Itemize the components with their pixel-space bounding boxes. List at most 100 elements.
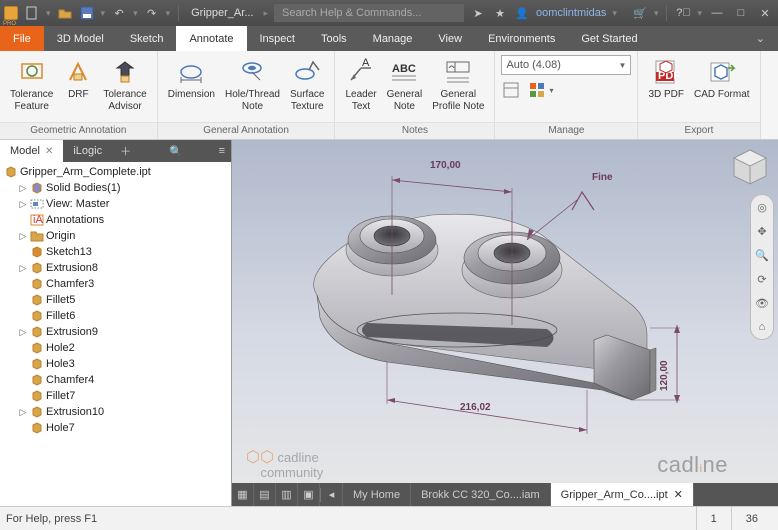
search-input[interactable]: Search Help & Commands...: [274, 4, 464, 22]
undo-icon[interactable]: ↶: [111, 5, 127, 21]
look-icon[interactable]: 👁: [754, 295, 770, 311]
surface-texture-note[interactable]: Fine: [592, 172, 613, 183]
hole-thread-note-icon: [237, 57, 267, 87]
home-icon[interactable]: ⌂: [754, 319, 770, 335]
tree-node[interactable]: Chamfer4: [0, 372, 231, 388]
dropdown-icon[interactable]: ▾: [654, 8, 659, 19]
tab-sketch[interactable]: Sketch: [117, 26, 177, 51]
tree-root[interactable]: Gripper_Arm_Complete.ipt: [0, 164, 231, 180]
dropdown-icon[interactable]: ▾: [133, 8, 138, 19]
prev-tab-icon[interactable]: ◂: [321, 483, 343, 506]
leader-text-button[interactable]: ALeaderText: [341, 55, 380, 114]
tab-get-started[interactable]: Get Started: [568, 26, 650, 51]
viewcube[interactable]: [728, 146, 772, 190]
user-name[interactable]: oomclintmidas: [536, 7, 606, 19]
tree-node[interactable]: Sketch13: [0, 244, 231, 260]
expand-icon[interactable]: ▷: [18, 183, 28, 194]
dimension-label[interactable]: 120,00: [659, 360, 670, 391]
tab-annotate[interactable]: Annotate: [176, 26, 246, 51]
dimension-button[interactable]: Dimension: [164, 55, 219, 103]
cad-format-button[interactable]: CAD Format: [690, 55, 754, 103]
expand-icon[interactable]: ▷: [18, 327, 28, 338]
tree-node[interactable]: Fillet6: [0, 308, 231, 324]
tree-node[interactable]: ▷View: Master: [0, 196, 231, 212]
orbit-icon[interactable]: ⟳: [754, 271, 770, 287]
general-profile-note-button[interactable]: GeneralProfile Note: [428, 55, 488, 114]
tree-node[interactable]: iAAnnotations: [0, 212, 231, 228]
minimize-button[interactable]: —: [708, 4, 726, 22]
steering-wheel-icon[interactable]: ◎: [754, 199, 770, 215]
layout-icon[interactable]: ▦: [232, 483, 254, 506]
manage-btn[interactable]: [501, 81, 521, 99]
layout-icon[interactable]: ▥: [276, 483, 298, 506]
redo-icon[interactable]: ↷: [144, 5, 160, 21]
dropdown-icon[interactable]: ▾: [612, 8, 617, 19]
help-icon[interactable]: ?⃝: [675, 5, 691, 21]
dropdown-icon[interactable]: ▾: [697, 8, 702, 19]
dropdown-icon[interactable]: ▾: [46, 8, 51, 19]
doc-tab-assembly[interactable]: Brokk CC 320_Co....iam: [411, 483, 551, 506]
hole-thread-note-button[interactable]: Hole/ThreadNote: [221, 55, 284, 114]
tab-tools[interactable]: Tools: [308, 26, 360, 51]
tab-ilogic[interactable]: iLogic: [63, 140, 112, 162]
tree-node[interactable]: ▷Solid Bodies(1): [0, 180, 231, 196]
tolerance-feature-button[interactable]: ToleranceFeature: [6, 55, 57, 114]
tree-node[interactable]: ▷Extrusion8: [0, 260, 231, 276]
tree-node[interactable]: Fillet7: [0, 388, 231, 404]
tolerance-advisor-button[interactable]: ToleranceAdvisor: [99, 55, 150, 114]
expand-icon[interactable]: ▷: [18, 199, 28, 210]
layout-icon[interactable]: ▣: [298, 483, 320, 506]
surface-texture-button[interactable]: SurfaceTexture: [286, 55, 328, 114]
dimension-label[interactable]: 216,02: [460, 402, 491, 413]
doc-tab-part[interactable]: Gripper_Arm_Co....ipt ✕: [551, 483, 694, 506]
tab-environments[interactable]: Environments: [475, 26, 568, 51]
close-icon[interactable]: ✕: [674, 488, 683, 501]
viewport-3d[interactable]: — ❐ ✕: [232, 140, 778, 506]
expand-icon[interactable]: ▷: [18, 407, 28, 418]
tree-node[interactable]: ▷Extrusion9: [0, 324, 231, 340]
node-icon: [30, 197, 44, 211]
tree-node[interactable]: Hole7: [0, 420, 231, 436]
tree-node[interactable]: ▷Origin: [0, 228, 231, 244]
star-icon[interactable]: ★: [492, 5, 508, 21]
manage-btn[interactable]: ▾: [527, 81, 555, 99]
pan-icon[interactable]: ✥: [754, 223, 770, 239]
close-button[interactable]: ✕: [756, 4, 774, 22]
search-icon[interactable]: 🔍: [163, 145, 189, 158]
tab-file[interactable]: File: [0, 26, 44, 51]
drf-button[interactable]: DRF: [59, 55, 97, 103]
open-icon[interactable]: [57, 5, 73, 21]
new-icon[interactable]: [24, 5, 40, 21]
close-icon[interactable]: ✕: [45, 146, 53, 157]
scale-combo[interactable]: Auto (4.08)▼: [501, 55, 631, 75]
general-note-button[interactable]: ABCGeneralNote: [383, 55, 427, 114]
dropdown-icon[interactable]: ▾: [166, 8, 171, 19]
breadcrumb-chevron-icon[interactable]: ▸: [263, 8, 268, 19]
tree-node[interactable]: ▷Extrusion10: [0, 404, 231, 420]
3d-pdf-button[interactable]: PDF3D PDF: [644, 55, 688, 103]
zoom-icon[interactable]: 🔍: [754, 247, 770, 263]
layout-icon[interactable]: ▤: [254, 483, 276, 506]
menu-icon[interactable]: ≡: [213, 145, 231, 157]
expand-icon[interactable]: ▷: [18, 231, 28, 242]
tab-model[interactable]: Model ✕: [0, 140, 63, 162]
dropdown-icon[interactable]: ▾: [101, 8, 106, 19]
ribbon-collapse-icon[interactable]: ⌄: [743, 26, 778, 51]
tab-inspect[interactable]: Inspect: [247, 26, 308, 51]
pointer-icon[interactable]: ➤: [470, 5, 486, 21]
dimension-label[interactable]: 170,00: [430, 160, 461, 171]
tree-node[interactable]: Chamfer3: [0, 276, 231, 292]
tolerance-advisor-icon: [110, 57, 140, 87]
tab-3d-model[interactable]: 3D Model: [44, 26, 117, 51]
save-icon[interactable]: [79, 5, 95, 21]
add-tab-button[interactable]: ＋: [112, 143, 139, 159]
tree-node[interactable]: Fillet5: [0, 292, 231, 308]
maximize-button[interactable]: □: [732, 4, 750, 22]
tab-manage[interactable]: Manage: [360, 26, 426, 51]
tree-node[interactable]: Hole3: [0, 356, 231, 372]
cart-icon[interactable]: 🛒: [632, 5, 648, 21]
tree-node[interactable]: Hole2: [0, 340, 231, 356]
tab-view[interactable]: View: [425, 26, 475, 51]
doc-tab-home[interactable]: My Home: [343, 483, 411, 506]
expand-icon[interactable]: ▷: [18, 263, 28, 274]
